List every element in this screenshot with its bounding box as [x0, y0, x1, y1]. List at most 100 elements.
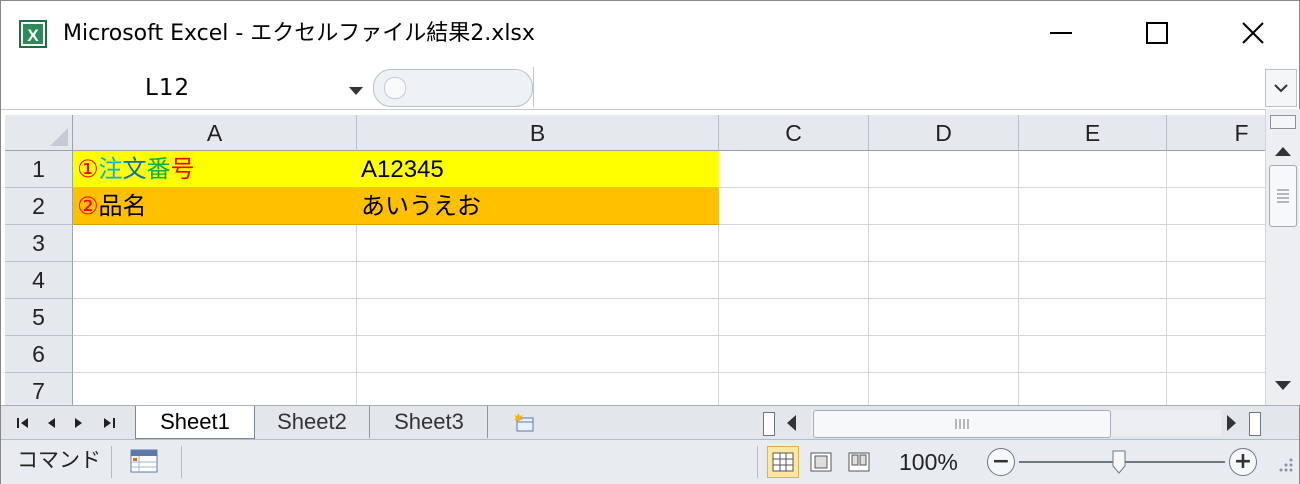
- cell-f4[interactable]: [1167, 262, 1265, 299]
- column-header-a[interactable]: A: [73, 115, 357, 151]
- page-layout-view-button[interactable]: [805, 446, 837, 478]
- first-sheet-button[interactable]: [11, 410, 35, 436]
- cell-d6[interactable]: [869, 336, 1019, 373]
- row-header-4[interactable]: 4: [5, 262, 73, 299]
- cell-d1[interactable]: [869, 151, 1019, 188]
- cell-e1[interactable]: [1019, 151, 1167, 188]
- chevron-down-icon: [1274, 84, 1288, 93]
- next-sheet-button[interactable]: [67, 410, 91, 436]
- resize-grip-icon[interactable]: [1275, 452, 1295, 476]
- scroll-up-icon[interactable]: [1275, 147, 1291, 156]
- sheet-tab-1[interactable]: Sheet1: [135, 406, 255, 439]
- zoom-in-button[interactable]: +: [1229, 448, 1257, 476]
- column-header-f[interactable]: F: [1167, 115, 1265, 151]
- cell-c4[interactable]: [719, 262, 869, 299]
- cell-b3[interactable]: [357, 225, 719, 262]
- cell-a3[interactable]: [73, 225, 357, 262]
- cell-f2[interactable]: [1167, 188, 1265, 225]
- sheet-tab-3[interactable]: Sheet3: [371, 406, 488, 438]
- maximize-icon: [1146, 22, 1168, 44]
- row-header-3[interactable]: 3: [5, 225, 73, 262]
- formula-bar-resizer[interactable]: fx: [373, 69, 891, 107]
- zoom-level[interactable]: 100%: [899, 446, 958, 478]
- horizontal-scroll-thumb[interactable]: [813, 410, 1111, 438]
- window-title: Microsoft Excel - エクセルファイル結果2.xlsx: [63, 21, 535, 46]
- cell-f3[interactable]: [1167, 225, 1265, 262]
- cell-d3[interactable]: [869, 225, 1019, 262]
- row-header-6[interactable]: 6: [5, 336, 73, 373]
- column-header-c[interactable]: C: [719, 115, 869, 151]
- svg-text:X: X: [27, 26, 39, 45]
- expand-formula-bar-button[interactable]: [1265, 69, 1297, 107]
- cell-b2[interactable]: あいうえお: [357, 188, 719, 225]
- cell-a5[interactable]: [73, 299, 357, 336]
- vertical-scroll-thumb[interactable]: [1269, 165, 1297, 227]
- name-box-dropdown-icon[interactable]: [349, 87, 363, 95]
- cell-f1[interactable]: [1167, 151, 1265, 188]
- cell-e4[interactable]: [1019, 262, 1167, 299]
- scroll-right-icon[interactable]: [1227, 415, 1236, 431]
- last-sheet-button[interactable]: [97, 410, 121, 436]
- cell-f6[interactable]: [1167, 336, 1265, 373]
- column-header-d[interactable]: D: [869, 115, 1019, 151]
- sheet-tab-2[interactable]: Sheet2: [255, 406, 370, 438]
- cell-c5[interactable]: [719, 299, 869, 336]
- close-button[interactable]: [1205, 1, 1300, 65]
- horizontal-split-box[interactable]: [763, 412, 775, 436]
- zoom-out-button[interactable]: −: [987, 448, 1015, 476]
- row-header-2[interactable]: 2: [5, 188, 73, 225]
- vertical-scrollbar[interactable]: [1265, 109, 1300, 405]
- name-box[interactable]: L12: [5, 69, 369, 107]
- column-header-b[interactable]: B: [357, 115, 719, 151]
- cell-b5[interactable]: [357, 299, 719, 336]
- cell-d2[interactable]: [869, 188, 1019, 225]
- cell-a2-text: 品名: [98, 192, 147, 220]
- cell-f7[interactable]: [1167, 373, 1265, 405]
- horizontal-split-box-right[interactable]: [1249, 412, 1261, 436]
- row-header-7[interactable]: 7: [5, 373, 73, 405]
- minimize-button[interactable]: [1013, 1, 1109, 65]
- cell-a6[interactable]: [73, 336, 357, 373]
- cell-c7[interactable]: [719, 373, 869, 405]
- insert-sheet-button[interactable]: [509, 410, 541, 436]
- select-all-button[interactable]: [5, 115, 73, 151]
- scroll-down-icon[interactable]: [1275, 381, 1291, 390]
- cell-e6[interactable]: [1019, 336, 1167, 373]
- column-header-e[interactable]: E: [1019, 115, 1167, 151]
- cell-d4[interactable]: [869, 262, 1019, 299]
- cell-c1[interactable]: [719, 151, 869, 188]
- prev-sheet-button[interactable]: [39, 410, 63, 436]
- zoom-slider-thumb[interactable]: [1112, 450, 1126, 474]
- cell-a7[interactable]: [73, 373, 357, 405]
- normal-view-button[interactable]: [767, 446, 799, 478]
- resize-handle-icon[interactable]: [384, 77, 406, 99]
- cell-b4[interactable]: [357, 262, 719, 299]
- cell-a4[interactable]: [73, 262, 357, 299]
- cell-c3[interactable]: [719, 225, 869, 262]
- row-header-1[interactable]: 1: [5, 151, 73, 188]
- page-break-view-button[interactable]: [843, 446, 875, 478]
- cell-a2[interactable]: ②品名: [73, 188, 357, 225]
- cell-b6[interactable]: [357, 336, 719, 373]
- cell-e5[interactable]: [1019, 299, 1167, 336]
- cell-d5[interactable]: [869, 299, 1019, 336]
- cell-a1-char-1: 注: [98, 155, 123, 183]
- cell-d7[interactable]: [869, 373, 1019, 405]
- formula-input[interactable]: [533, 67, 1264, 107]
- cell-e2[interactable]: [1019, 188, 1167, 225]
- cell-e7[interactable]: [1019, 373, 1167, 405]
- cell-e3[interactable]: [1019, 225, 1167, 262]
- vertical-split-box[interactable]: [1270, 115, 1296, 129]
- maximize-button[interactable]: [1109, 1, 1205, 65]
- cell-c6[interactable]: [719, 336, 869, 373]
- prev-sheet-icon: [48, 418, 55, 428]
- cell-c2[interactable]: [719, 188, 869, 225]
- row-header-5[interactable]: 5: [5, 299, 73, 336]
- cell-b7[interactable]: [357, 373, 719, 405]
- cell-f5[interactable]: [1167, 299, 1265, 336]
- macro-record-icon[interactable]: [129, 447, 159, 475]
- cell-b1[interactable]: A12345: [357, 151, 719, 188]
- cell-a1[interactable]: ①注文番号: [73, 151, 357, 188]
- name-box-value: L12: [145, 75, 191, 101]
- scroll-left-icon[interactable]: [787, 415, 796, 431]
